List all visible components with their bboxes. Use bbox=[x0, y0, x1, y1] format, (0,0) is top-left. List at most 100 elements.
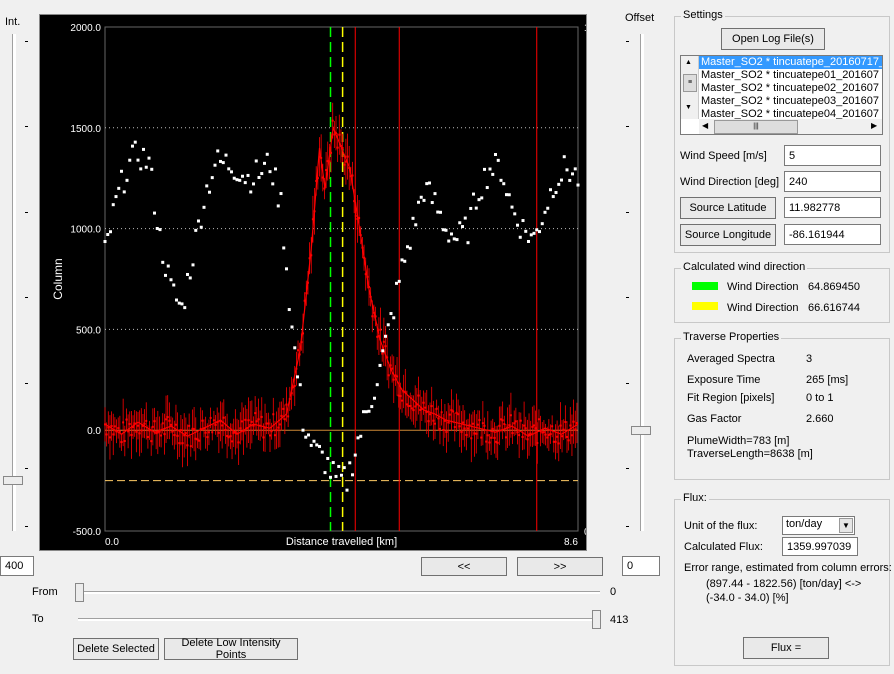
intensity-point bbox=[243, 181, 247, 185]
source-latitude-button[interactable]: Source Latitude bbox=[680, 197, 776, 219]
exposure-time-label: Exposure Time bbox=[687, 374, 761, 386]
intensity-point bbox=[175, 298, 178, 302]
column-point bbox=[551, 425, 554, 428]
scroll-thumb-icon[interactable]: ≡ bbox=[683, 74, 697, 92]
column-point bbox=[471, 422, 474, 425]
to-slider-thumb[interactable] bbox=[592, 610, 601, 629]
column-point bbox=[113, 425, 116, 428]
intensity-point bbox=[208, 190, 211, 194]
log-file-item[interactable]: Master_SO2 * tincuatepe03_201607 bbox=[699, 95, 882, 108]
wind-speed-field[interactable] bbox=[784, 145, 881, 166]
intensity-point bbox=[131, 144, 134, 148]
column-point bbox=[523, 424, 526, 427]
y2-tick-label: 0 bbox=[584, 527, 586, 538]
column-point bbox=[504, 436, 507, 439]
intensity-point bbox=[527, 239, 530, 243]
column-point bbox=[280, 414, 283, 417]
wind-direction-field[interactable] bbox=[784, 171, 881, 192]
open-log-button[interactable]: Open Log File(s) bbox=[721, 28, 825, 50]
intensity-point bbox=[345, 488, 349, 492]
intensity-point bbox=[252, 182, 255, 186]
int-value-field[interactable] bbox=[0, 556, 34, 576]
intensity-point bbox=[271, 182, 275, 186]
scroll-down-icon[interactable]: ▼ bbox=[685, 104, 692, 111]
column-point bbox=[163, 433, 166, 436]
column-point bbox=[151, 425, 154, 428]
column-point bbox=[496, 441, 499, 444]
offset-slider-thumb[interactable] bbox=[631, 426, 651, 435]
column-point bbox=[351, 174, 354, 177]
offset-value-field[interactable] bbox=[622, 556, 660, 576]
averaged-spectra-value: 3 bbox=[806, 353, 813, 365]
column-point bbox=[285, 403, 288, 406]
intensity-point bbox=[114, 195, 118, 199]
log-file-item[interactable]: Master_SO2 * tincuatepe_20160717_ bbox=[699, 56, 882, 69]
intensity-point bbox=[340, 473, 343, 477]
column-point bbox=[508, 424, 511, 427]
intensity-point bbox=[312, 439, 316, 443]
calculated-flux-field[interactable] bbox=[782, 537, 858, 556]
intensity-point bbox=[469, 206, 473, 210]
intensity-point bbox=[318, 444, 321, 448]
column-point bbox=[467, 427, 469, 430]
plot-frame bbox=[104, 26, 579, 532]
traverse-plot-svg: 2000.01500.01000.0500.00.0-500.010000.08… bbox=[51, 23, 586, 548]
intensity-point bbox=[540, 222, 544, 226]
intensity-point bbox=[494, 153, 497, 157]
intensity-point bbox=[458, 221, 462, 225]
log-file-item[interactable]: Master_SO2 * tincuatepe02_201607 bbox=[699, 82, 882, 95]
settings-title: Settings bbox=[681, 9, 725, 21]
scroll-right-icon[interactable]: ▶ bbox=[871, 121, 877, 130]
source-latitude-field[interactable] bbox=[784, 197, 881, 218]
from-value: 0 bbox=[610, 586, 617, 598]
from-label: From bbox=[32, 586, 58, 598]
intensity-point bbox=[304, 435, 308, 439]
scroll-up-icon[interactable]: ▲ bbox=[685, 59, 692, 66]
column-point bbox=[429, 413, 432, 416]
column-point bbox=[524, 427, 527, 430]
column-point bbox=[123, 439, 126, 442]
intensity-point bbox=[205, 184, 209, 188]
intensity-point bbox=[362, 410, 365, 414]
next-traverse-button[interactable]: >> bbox=[517, 557, 603, 576]
intensity-point bbox=[274, 167, 277, 171]
intensity-point bbox=[147, 156, 151, 160]
column-point bbox=[207, 431, 210, 434]
column-point bbox=[214, 423, 217, 426]
intensity-point bbox=[529, 233, 533, 237]
wind-direction-label: Wind Direction [deg] bbox=[680, 176, 780, 188]
source-longitude-field[interactable] bbox=[784, 224, 881, 245]
wind-dir-yellow-value: 66.616744 bbox=[808, 302, 860, 314]
from-slider-thumb[interactable] bbox=[75, 583, 84, 602]
column-point bbox=[231, 440, 234, 443]
prev-traverse-button[interactable]: << bbox=[421, 557, 507, 576]
traverse-plot[interactable]: 2000.01500.01000.0500.00.0-500.010000.08… bbox=[39, 14, 587, 551]
log-file-list[interactable]: Master_SO2 * tincuatepe_20160717_ Master… bbox=[680, 55, 883, 135]
intensity-point bbox=[444, 228, 448, 232]
intensity-point bbox=[241, 174, 244, 178]
list-vscrollbar[interactable]: ▲ ≡ ▼ bbox=[681, 56, 699, 119]
intensity-point bbox=[202, 205, 206, 209]
log-file-item[interactable]: Master_SO2 * tincuatepe01_201607 bbox=[699, 69, 882, 82]
int-slider-thumb[interactable] bbox=[3, 476, 23, 485]
hscroll-thumb-icon[interactable]: ||| bbox=[714, 120, 798, 134]
delete-low-intensity-button[interactable]: Delete Low Intensity Points bbox=[164, 637, 298, 661]
calculated-flux-label: Calculated Flux: bbox=[684, 541, 763, 553]
calc-wind-title: Calculated wind direction bbox=[681, 261, 808, 273]
intensity-point bbox=[177, 301, 181, 305]
column-point bbox=[165, 418, 168, 421]
column-point bbox=[239, 427, 242, 430]
intensity-point bbox=[337, 464, 341, 468]
column-point bbox=[438, 427, 441, 430]
intensity-point bbox=[307, 433, 310, 437]
source-longitude-button[interactable]: Source Longitude bbox=[680, 224, 776, 246]
column-point bbox=[128, 423, 131, 426]
scroll-left-icon[interactable]: ◀ bbox=[702, 121, 708, 130]
column-point bbox=[387, 374, 390, 377]
wind-speed-label: Wind Speed [m/s] bbox=[680, 150, 767, 162]
flux-unit-select[interactable]: ton/day ▼ bbox=[782, 516, 855, 535]
chevron-down-icon[interactable]: ▼ bbox=[839, 518, 853, 533]
delete-selected-button[interactable]: Delete Selected bbox=[73, 638, 159, 660]
list-hscrollbar[interactable]: ◀ ||| ▶ bbox=[699, 119, 882, 134]
flux-button[interactable]: Flux = bbox=[743, 637, 829, 659]
